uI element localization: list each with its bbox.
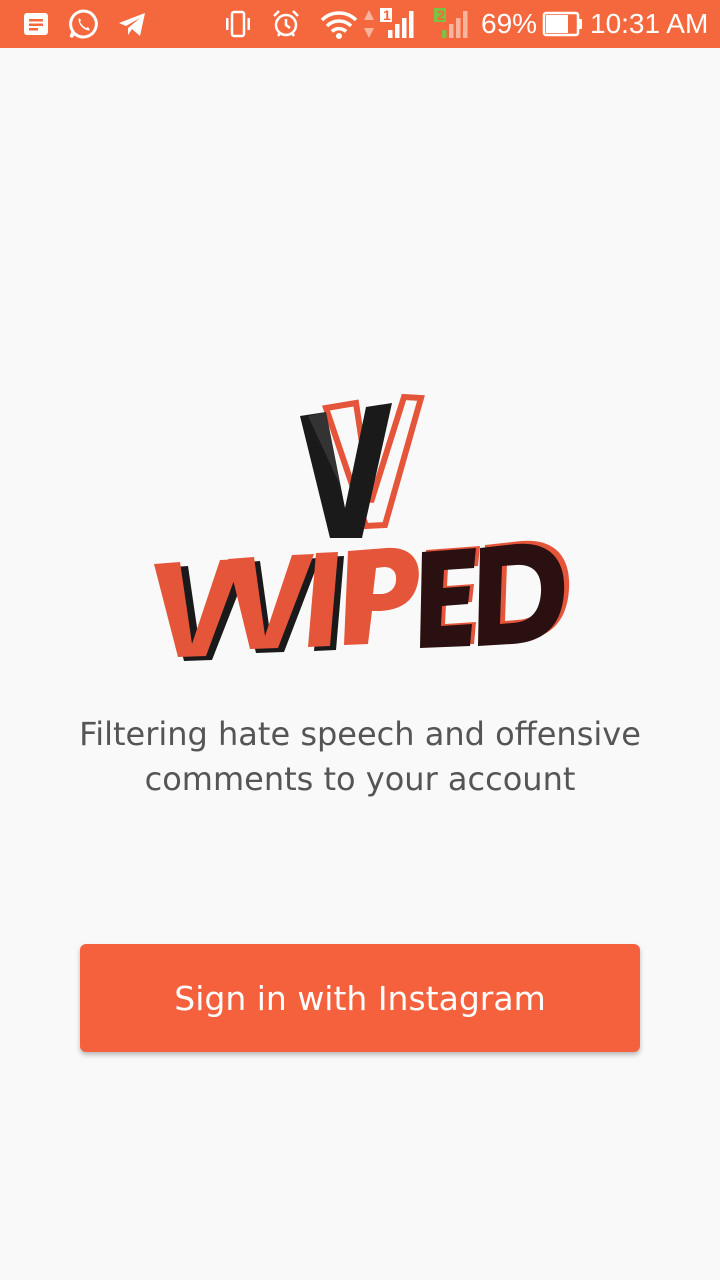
status-bar: 1 2 69% 10:31 AM [0,0,720,48]
sign-in-button-label: Sign in with Instagram [174,978,546,1018]
clock: 10:31 AM [590,8,709,39]
notes-icon [24,13,48,35]
app-logo [140,390,580,680]
signal-sim1-icon [380,8,414,38]
alarm-icon [273,10,299,37]
vviped-logo-graphic [154,393,570,661]
battery-icon [542,11,582,37]
sim2-number: 2 [437,7,445,23]
sign-in-instagram-button[interactable]: Sign in with Instagram [80,944,640,1052]
tagline-line-1: Filtering hate speech and offensive [79,715,641,753]
v-emblem-icon [300,393,425,538]
signal-sim2-icon [434,8,468,38]
whatsapp-icon [69,9,98,39]
wifi-icon [320,11,358,39]
tagline-line-2: comments to your account [144,760,576,798]
telegram-icon [119,13,145,36]
sim1-number: 1 [383,7,391,23]
tagline: Filtering hate speech and offensive comm… [60,712,660,802]
data-arrows-icon [364,10,374,38]
logo-wordmark [154,540,570,661]
battery-percent: 69% [481,8,538,39]
vibrate-icon [226,10,250,38]
